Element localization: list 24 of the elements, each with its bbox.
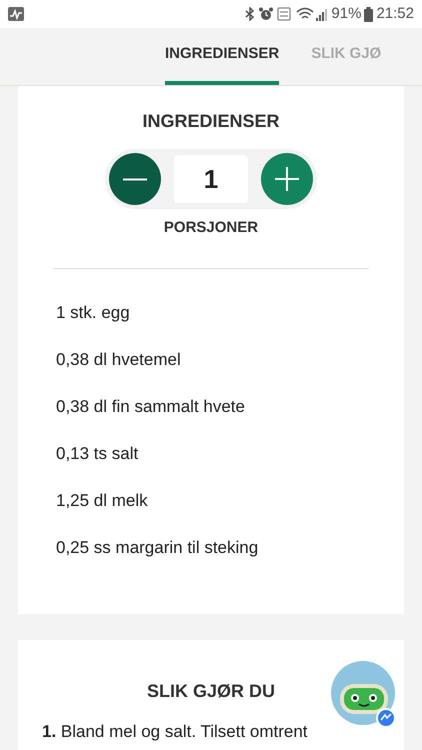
alarm-icon [259,7,274,21]
ingredient-item: 0,25 ss margarin til steking [56,538,260,558]
card-title: SLIK GJØR DU [146,680,275,703]
battery-percent: 91% [331,4,362,24]
ingredient-item: 0,13 ts salt [56,444,140,464]
ingredient-item: 1 stk. egg [56,302,131,322]
signal-icon [316,7,328,21]
portions-label: PORSJONER [164,218,258,238]
chatbot-avatar-icon[interactable] [330,660,398,728]
minus-button[interactable] [109,153,161,205]
bluetooth-icon [245,7,256,21]
portion-value[interactable]: 1 [174,155,248,203]
ingredient-item: 0,38 dl fin sammalt hvete [56,396,246,416]
ingredient-item: 0,38 dl hvetemel [56,350,182,370]
battery-icon [364,6,374,22]
step-text: 1. Bland mel og salt. Tilsett omtrent [42,721,309,743]
plus-button[interactable] [261,153,313,205]
clock-time: 21:52 [376,4,414,24]
card-title: INGREDIENSER [142,110,280,133]
minus-icon [123,178,147,180]
activity-icon [8,7,24,21]
wifi-icon [296,7,314,21]
plus-icon [275,167,299,191]
ingredient-item: 1,25 dl melk [56,490,149,510]
